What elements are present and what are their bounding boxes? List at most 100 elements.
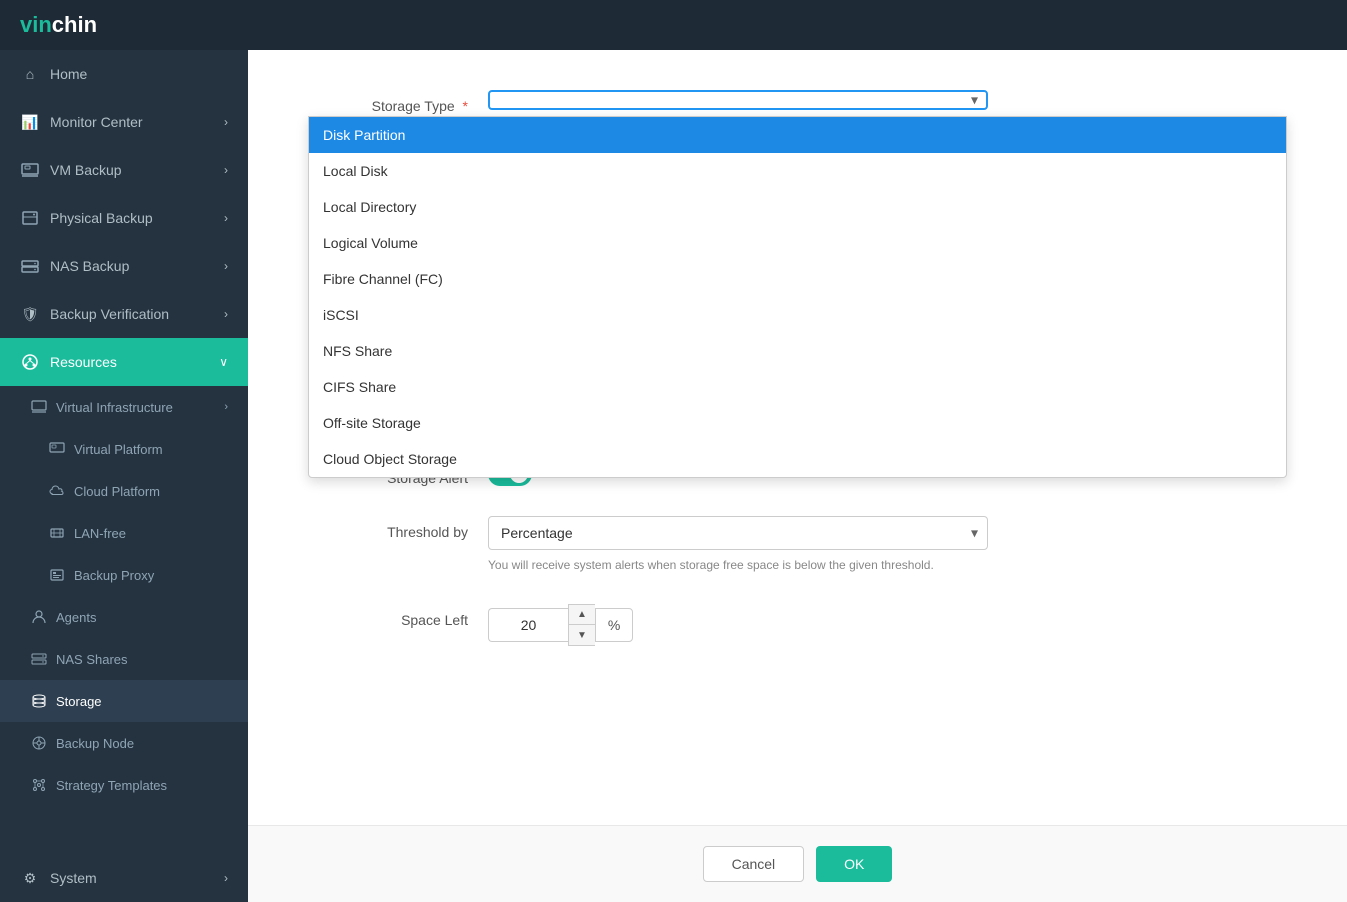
chevron-right-icon: › — [224, 115, 228, 129]
space-left-input[interactable] — [488, 608, 568, 642]
threshold-select[interactable]: Percentage — [488, 516, 988, 550]
chevron-right-icon: › — [224, 307, 228, 321]
storage-type-row: Storage Type * ▾ Disk Partition Local Di… — [308, 90, 1287, 114]
resources-icon — [20, 352, 40, 372]
sidebar-label-nas-shares: NAS Shares — [56, 652, 128, 667]
cloud-icon — [48, 482, 66, 500]
sidebar-sub-virtual-infrastructure[interactable]: Virtual Infrastructure › — [0, 386, 248, 428]
sidebar-item-monitor-center[interactable]: 📊 Monitor Center › — [0, 98, 248, 146]
sidebar-label-nas-backup: NAS Backup — [50, 258, 214, 274]
storage-type-select[interactable] — [488, 90, 988, 110]
physical-icon — [20, 208, 40, 228]
space-left-row: Space Left ▲ ▼ % — [308, 604, 1287, 646]
storage-icon — [30, 692, 48, 710]
sidebar-item-physical-backup[interactable]: Physical Backup › — [0, 194, 248, 242]
sidebar-sub-lan-free[interactable]: LAN-free — [0, 512, 248, 554]
dropdown-item-iscsi[interactable]: iSCSI — [309, 297, 1286, 333]
main-layout: ⌂ Home 📊 Monitor Center › VM Backup › — [0, 50, 1347, 902]
space-left-field: ▲ ▼ % — [488, 604, 988, 646]
sidebar-label-backup-verification: Backup Verification — [50, 306, 214, 322]
sidebar-label-virtual-infrastructure: Virtual Infrastructure — [56, 400, 173, 415]
main-content: Storage Type * ▾ Disk Partition Local Di… — [248, 50, 1347, 902]
spinner-up-button[interactable]: ▲ — [569, 605, 595, 625]
system-icon: ⚙ — [20, 868, 40, 888]
sidebar-item-backup-verification[interactable]: 🛡 Backup Verification › — [0, 290, 248, 338]
chevron-right-icon: › — [224, 163, 228, 177]
sidebar-label-backup-node: Backup Node — [56, 736, 134, 751]
sidebar-item-resources[interactable]: Resources ∨ — [0, 338, 248, 386]
sidebar: ⌂ Home 📊 Monitor Center › VM Backup › — [0, 50, 248, 902]
app-logo: vinchin — [20, 12, 97, 38]
sidebar-sub-strategy-templates[interactable]: Strategy Templates — [0, 764, 248, 806]
dropdown-item-disk-partition[interactable]: Disk Partition — [309, 117, 1286, 153]
threshold-by-label: Threshold by — [308, 516, 488, 540]
chevron-down-icon: › — [224, 401, 228, 413]
sidebar-item-home[interactable]: ⌂ Home — [0, 50, 248, 98]
vi-icon — [30, 398, 48, 416]
chevron-right-icon: › — [224, 211, 228, 225]
sidebar-label-physical-backup: Physical Backup — [50, 210, 214, 226]
storage-type-field: ▾ Disk Partition Local Disk Local Direct… — [488, 90, 988, 110]
sidebar-item-system[interactable]: ⚙ System › — [0, 854, 248, 902]
agents-icon — [30, 608, 48, 626]
space-left-label: Space Left — [308, 604, 488, 628]
sidebar-label-backup-proxy: Backup Proxy — [74, 568, 154, 583]
content-footer: Cancel OK — [248, 825, 1347, 902]
backup-node-icon — [30, 734, 48, 752]
sidebar-sub-virtual-platform[interactable]: Virtual Platform — [0, 428, 248, 470]
dropdown-item-local-disk[interactable]: Local Disk — [309, 153, 1286, 189]
sidebar-label-lan-free: LAN-free — [74, 526, 126, 541]
storage-type-select-wrapper: ▾ — [488, 90, 988, 110]
threshold-hint: You will receive system alerts when stor… — [488, 556, 988, 574]
sidebar-label-virtual-platform: Virtual Platform — [74, 442, 163, 457]
app-header: vinchin — [0, 0, 1347, 50]
dropdown-item-cifs-share[interactable]: CIFS Share — [309, 369, 1286, 405]
sidebar-label-monitor-center: Monitor Center — [50, 114, 214, 130]
ok-button[interactable]: OK — [816, 846, 892, 882]
sidebar-item-nas-backup[interactable]: NAS Backup › — [0, 242, 248, 290]
cancel-button[interactable]: Cancel — [703, 846, 805, 882]
sidebar-label-agents: Agents — [56, 610, 96, 625]
spinner-buttons: ▲ ▼ — [568, 604, 595, 646]
nas-icon — [20, 256, 40, 276]
sidebar-sub-storage[interactable]: Storage — [0, 680, 248, 722]
logo-suffix: chin — [52, 12, 97, 37]
sidebar-label-vm-backup: VM Backup — [50, 162, 214, 178]
sidebar-label-cloud-platform: Cloud Platform — [74, 484, 160, 499]
strategy-icon — [30, 776, 48, 794]
nas-shares-icon — [30, 650, 48, 668]
spinner-down-button[interactable]: ▼ — [569, 625, 595, 645]
vm-icon — [20, 160, 40, 180]
space-left-unit: % — [595, 608, 633, 642]
sidebar-sub-nas-shares[interactable]: NAS Shares — [0, 638, 248, 680]
chart-icon: 📊 — [20, 112, 40, 132]
threshold-select-wrapper: Percentage ▾ — [488, 516, 988, 550]
number-input-group: ▲ ▼ % — [488, 604, 988, 646]
dropdown-item-cloud-object-storage[interactable]: Cloud Object Storage — [309, 441, 1286, 477]
content-area: Storage Type * ▾ Disk Partition Local Di… — [248, 50, 1347, 825]
sidebar-sub-backup-node[interactable]: Backup Node — [0, 722, 248, 764]
dropdown-item-nfs-share[interactable]: NFS Share — [309, 333, 1286, 369]
home-icon: ⌂ — [20, 64, 40, 84]
dropdown-item-off-site-storage[interactable]: Off-site Storage — [309, 405, 1286, 441]
sidebar-item-vm-backup[interactable]: VM Backup › — [0, 146, 248, 194]
sidebar-label-resources: Resources — [50, 354, 209, 370]
sidebar-label-home: Home — [50, 66, 228, 82]
sidebar-sub-agents[interactable]: Agents — [0, 596, 248, 638]
dropdown-item-local-directory[interactable]: Local Directory — [309, 189, 1286, 225]
proxy-icon — [48, 566, 66, 584]
storage-type-label: Storage Type * — [308, 90, 488, 114]
dropdown-item-fibre-channel[interactable]: Fibre Channel (FC) — [309, 261, 1286, 297]
sidebar-label-storage: Storage — [56, 694, 102, 709]
vp-icon — [48, 440, 66, 458]
sidebar-label-strategy-templates: Strategy Templates — [56, 778, 167, 793]
sidebar-sub-cloud-platform[interactable]: Cloud Platform — [0, 470, 248, 512]
chevron-right-icon: › — [224, 259, 228, 273]
sidebar-sub-backup-proxy[interactable]: Backup Proxy — [0, 554, 248, 596]
chevron-down-icon: ∨ — [219, 355, 228, 369]
threshold-by-field: Percentage ▾ You will receive system ale… — [488, 516, 988, 574]
verify-icon: 🛡 — [20, 304, 40, 324]
storage-type-dropdown: Disk Partition Local Disk Local Director… — [308, 116, 1287, 478]
dropdown-item-logical-volume[interactable]: Logical Volume — [309, 225, 1286, 261]
sidebar-label-system: System — [50, 870, 214, 886]
